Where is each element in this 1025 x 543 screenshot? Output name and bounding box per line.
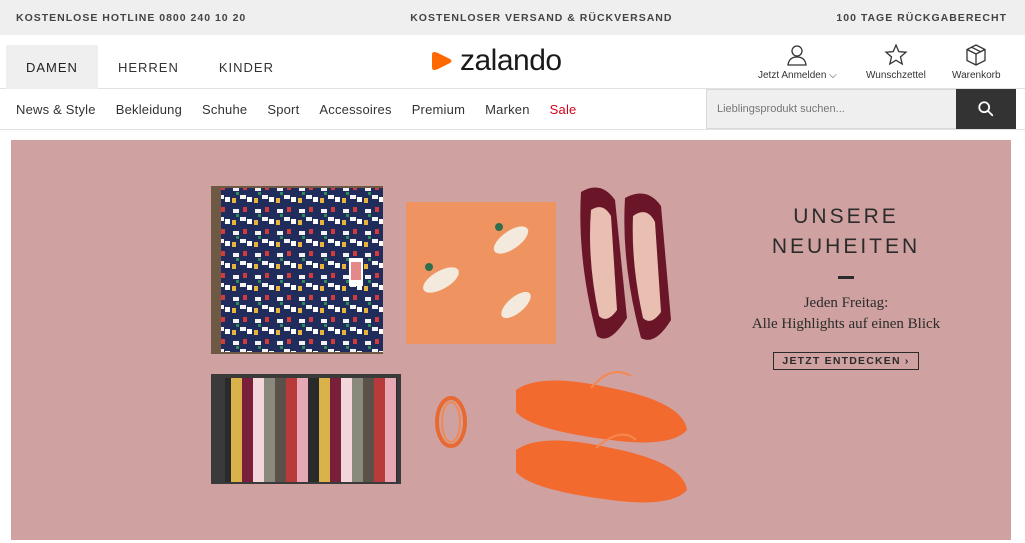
logo-wordmark: zalando — [460, 44, 562, 77]
search-input[interactable]: Lieblingsprodukt suchen... — [706, 89, 956, 129]
search-icon — [978, 101, 994, 117]
wishlist-button[interactable]: Wunschzettel — [866, 43, 926, 81]
nav-news-style[interactable]: News & Style — [16, 102, 96, 117]
nav-accessoires[interactable]: Accessoires — [319, 102, 391, 117]
user-icon — [787, 45, 808, 66]
star-icon — [884, 43, 908, 66]
zalando-play-icon — [432, 52, 452, 70]
nav-marken[interactable]: Marken — [485, 102, 530, 117]
info-bar: KOSTENLOSE HOTLINE 0800 240 10 20 KOSTEN… — [0, 0, 1025, 35]
returns-text: 100 TAGE RÜCKGABERECHT — [836, 11, 1007, 24]
gender-tabs: DAMEN HERREN KINDER — [6, 45, 294, 89]
login-button[interactable]: Jetzt Anmelden ⌵ — [758, 43, 837, 81]
package-icon — [966, 44, 986, 66]
login-label: Jetzt Anmelden — [758, 70, 827, 81]
tab-damen[interactable]: DAMEN — [6, 45, 98, 89]
nav-premium[interactable]: Premium — [412, 102, 465, 117]
shipping-text: KOSTENLOSER VERSAND & RÜCKVERSAND — [410, 11, 673, 24]
nav-sale[interactable]: Sale — [550, 102, 577, 117]
nav-schuhe[interactable]: Schuhe — [202, 102, 247, 117]
site-header: DAMEN HERREN KINDER zalando Jetzt Anmeld… — [0, 35, 1025, 89]
hero-title-line1: UNSERE — [793, 205, 899, 228]
hero-copy: UNSERE NEUHEITEN Jeden Freitag: Alle Hig… — [741, 202, 951, 370]
hotline-text: KOSTENLOSE HOTLINE 0800 240 10 20 — [16, 11, 247, 24]
chevron-down-icon: ⌵ — [829, 70, 837, 81]
zalando-logo[interactable]: zalando — [430, 44, 562, 78]
nav-sport[interactable]: Sport — [267, 102, 299, 117]
category-nav: News & Style Bekleidung Schuhe Sport Acc… — [0, 89, 1025, 130]
hero-product-flatlay — [211, 186, 687, 503]
discover-button[interactable]: JETZT ENTDECKEN › — [773, 352, 919, 370]
search-button[interactable] — [956, 89, 1016, 129]
hero-banner[interactable]: UNSERE NEUHEITEN Jeden Freitag: Alle Hig… — [11, 140, 1011, 540]
cart-label: Warenkorb — [952, 70, 1001, 81]
hero-subtitle-line1: Jeden Freitag: — [803, 295, 889, 311]
tab-herren[interactable]: HERREN — [98, 45, 199, 89]
hero-divider — [838, 276, 854, 279]
tab-kinder[interactable]: KINDER — [199, 45, 294, 89]
wishlist-label: Wunschzettel — [866, 70, 926, 81]
hero-title-line2: NEUHEITEN — [771, 235, 921, 258]
nav-bekleidung[interactable]: Bekleidung — [116, 102, 182, 117]
hero-subtitle-line2: Alle Highlights auf einen Blick — [751, 316, 941, 332]
cart-button[interactable]: Warenkorb — [952, 43, 1001, 81]
